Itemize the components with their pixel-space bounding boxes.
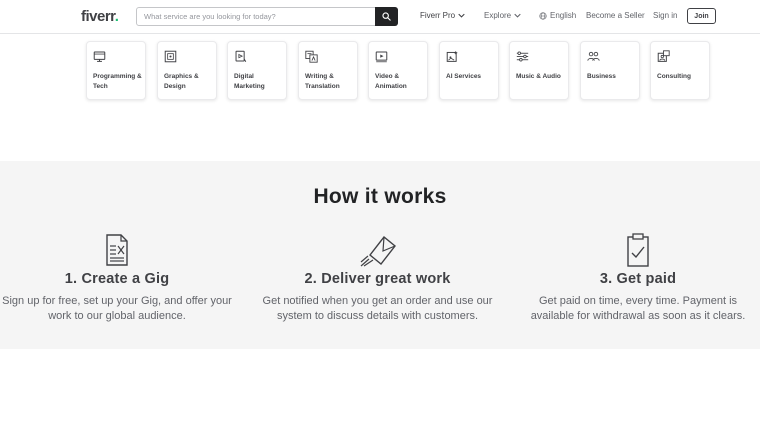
fiverr-logo[interactable]: fiverr.	[81, 8, 119, 25]
category-card-music-audio[interactable]: Music & Audio	[509, 41, 569, 100]
become-seller-link[interactable]: Become a Seller	[586, 11, 645, 20]
category-card-ai-services[interactable]: AI Services	[439, 41, 499, 100]
category-label: Consulting	[657, 73, 691, 80]
category-label: Video & Animation	[375, 73, 407, 90]
how-it-works-section: How it works 1. Create a Gig Sign up for…	[0, 161, 760, 349]
chevron-down-icon	[514, 13, 521, 18]
category-card-digital-marketing[interactable]: Digital Marketing	[227, 41, 287, 100]
search-icon	[382, 12, 391, 21]
category-card-graphics-design[interactable]: Graphics & Design	[157, 41, 217, 100]
document-icon	[106, 234, 128, 266]
category-label: Writing & Translation	[305, 73, 340, 90]
step-title: 1. Create a Gig	[64, 271, 170, 287]
explore-dropdown[interactable]: Explore	[484, 11, 521, 20]
language-selector[interactable]: English	[539, 11, 576, 20]
chevron-down-icon	[458, 13, 465, 18]
category-label: Business	[587, 73, 616, 80]
category-card-video-animation[interactable]: Video & Animation	[368, 41, 428, 100]
clipboard-check-icon	[627, 233, 649, 267]
category-label: Graphics & Design	[164, 73, 199, 90]
category-label: Music & Audio	[516, 73, 561, 80]
design-icon	[164, 50, 177, 63]
category-label: AI Services	[446, 73, 482, 80]
category-cards: Programming & Tech Graphics & Design Dig…	[86, 41, 714, 101]
search-input[interactable]	[137, 8, 377, 25]
music-icon	[516, 51, 529, 62]
monitor-icon	[93, 51, 106, 62]
marketing-icon	[235, 50, 247, 63]
step-title: 3. Get paid	[599, 271, 677, 287]
category-card-business[interactable]: Business	[580, 41, 640, 100]
search-bar	[136, 7, 398, 26]
category-card-writing-translation[interactable]: Writing & Translation	[298, 41, 358, 100]
search-button[interactable]	[375, 7, 398, 26]
globe-icon	[539, 11, 547, 20]
explore-label: Explore	[484, 11, 512, 20]
step-description: Get notified when you get an order and u…	[262, 295, 493, 322]
sign-in-link[interactable]: Sign in	[653, 11, 677, 20]
step-description: Get paid on time, every time. Payment is…	[530, 295, 746, 322]
business-icon	[587, 51, 600, 61]
category-card-consulting[interactable]: Consulting	[650, 41, 710, 100]
fiverr-pro-label: Fiverr Pro	[420, 11, 456, 20]
category-card-programming-tech[interactable]: Programming & Tech	[86, 41, 146, 100]
join-button[interactable]: Join	[687, 8, 716, 24]
join-label: Join	[694, 12, 709, 20]
top-navigation-bar: fiverr. Fiverr Pro Explore English Becom…	[0, 0, 760, 34]
envelope-icon	[360, 236, 396, 267]
ai-icon	[446, 50, 458, 62]
become-seller-label: Become a Seller	[586, 11, 645, 20]
sign-in-label: Sign in	[653, 11, 678, 20]
category-label: Digital Marketing	[234, 73, 265, 90]
section-title: How it works	[313, 185, 447, 208]
translation-icon	[305, 50, 318, 63]
fiverr-pro-dropdown[interactable]: Fiverr Pro	[420, 11, 465, 20]
video-icon	[375, 51, 388, 63]
category-label: Programming & Tech	[93, 73, 142, 90]
consulting-icon	[657, 50, 670, 62]
language-label: English	[550, 11, 577, 20]
step-title: 2. Deliver great work	[304, 271, 451, 287]
step-description: Sign up for free, set up your Gig, and o…	[2, 295, 232, 322]
